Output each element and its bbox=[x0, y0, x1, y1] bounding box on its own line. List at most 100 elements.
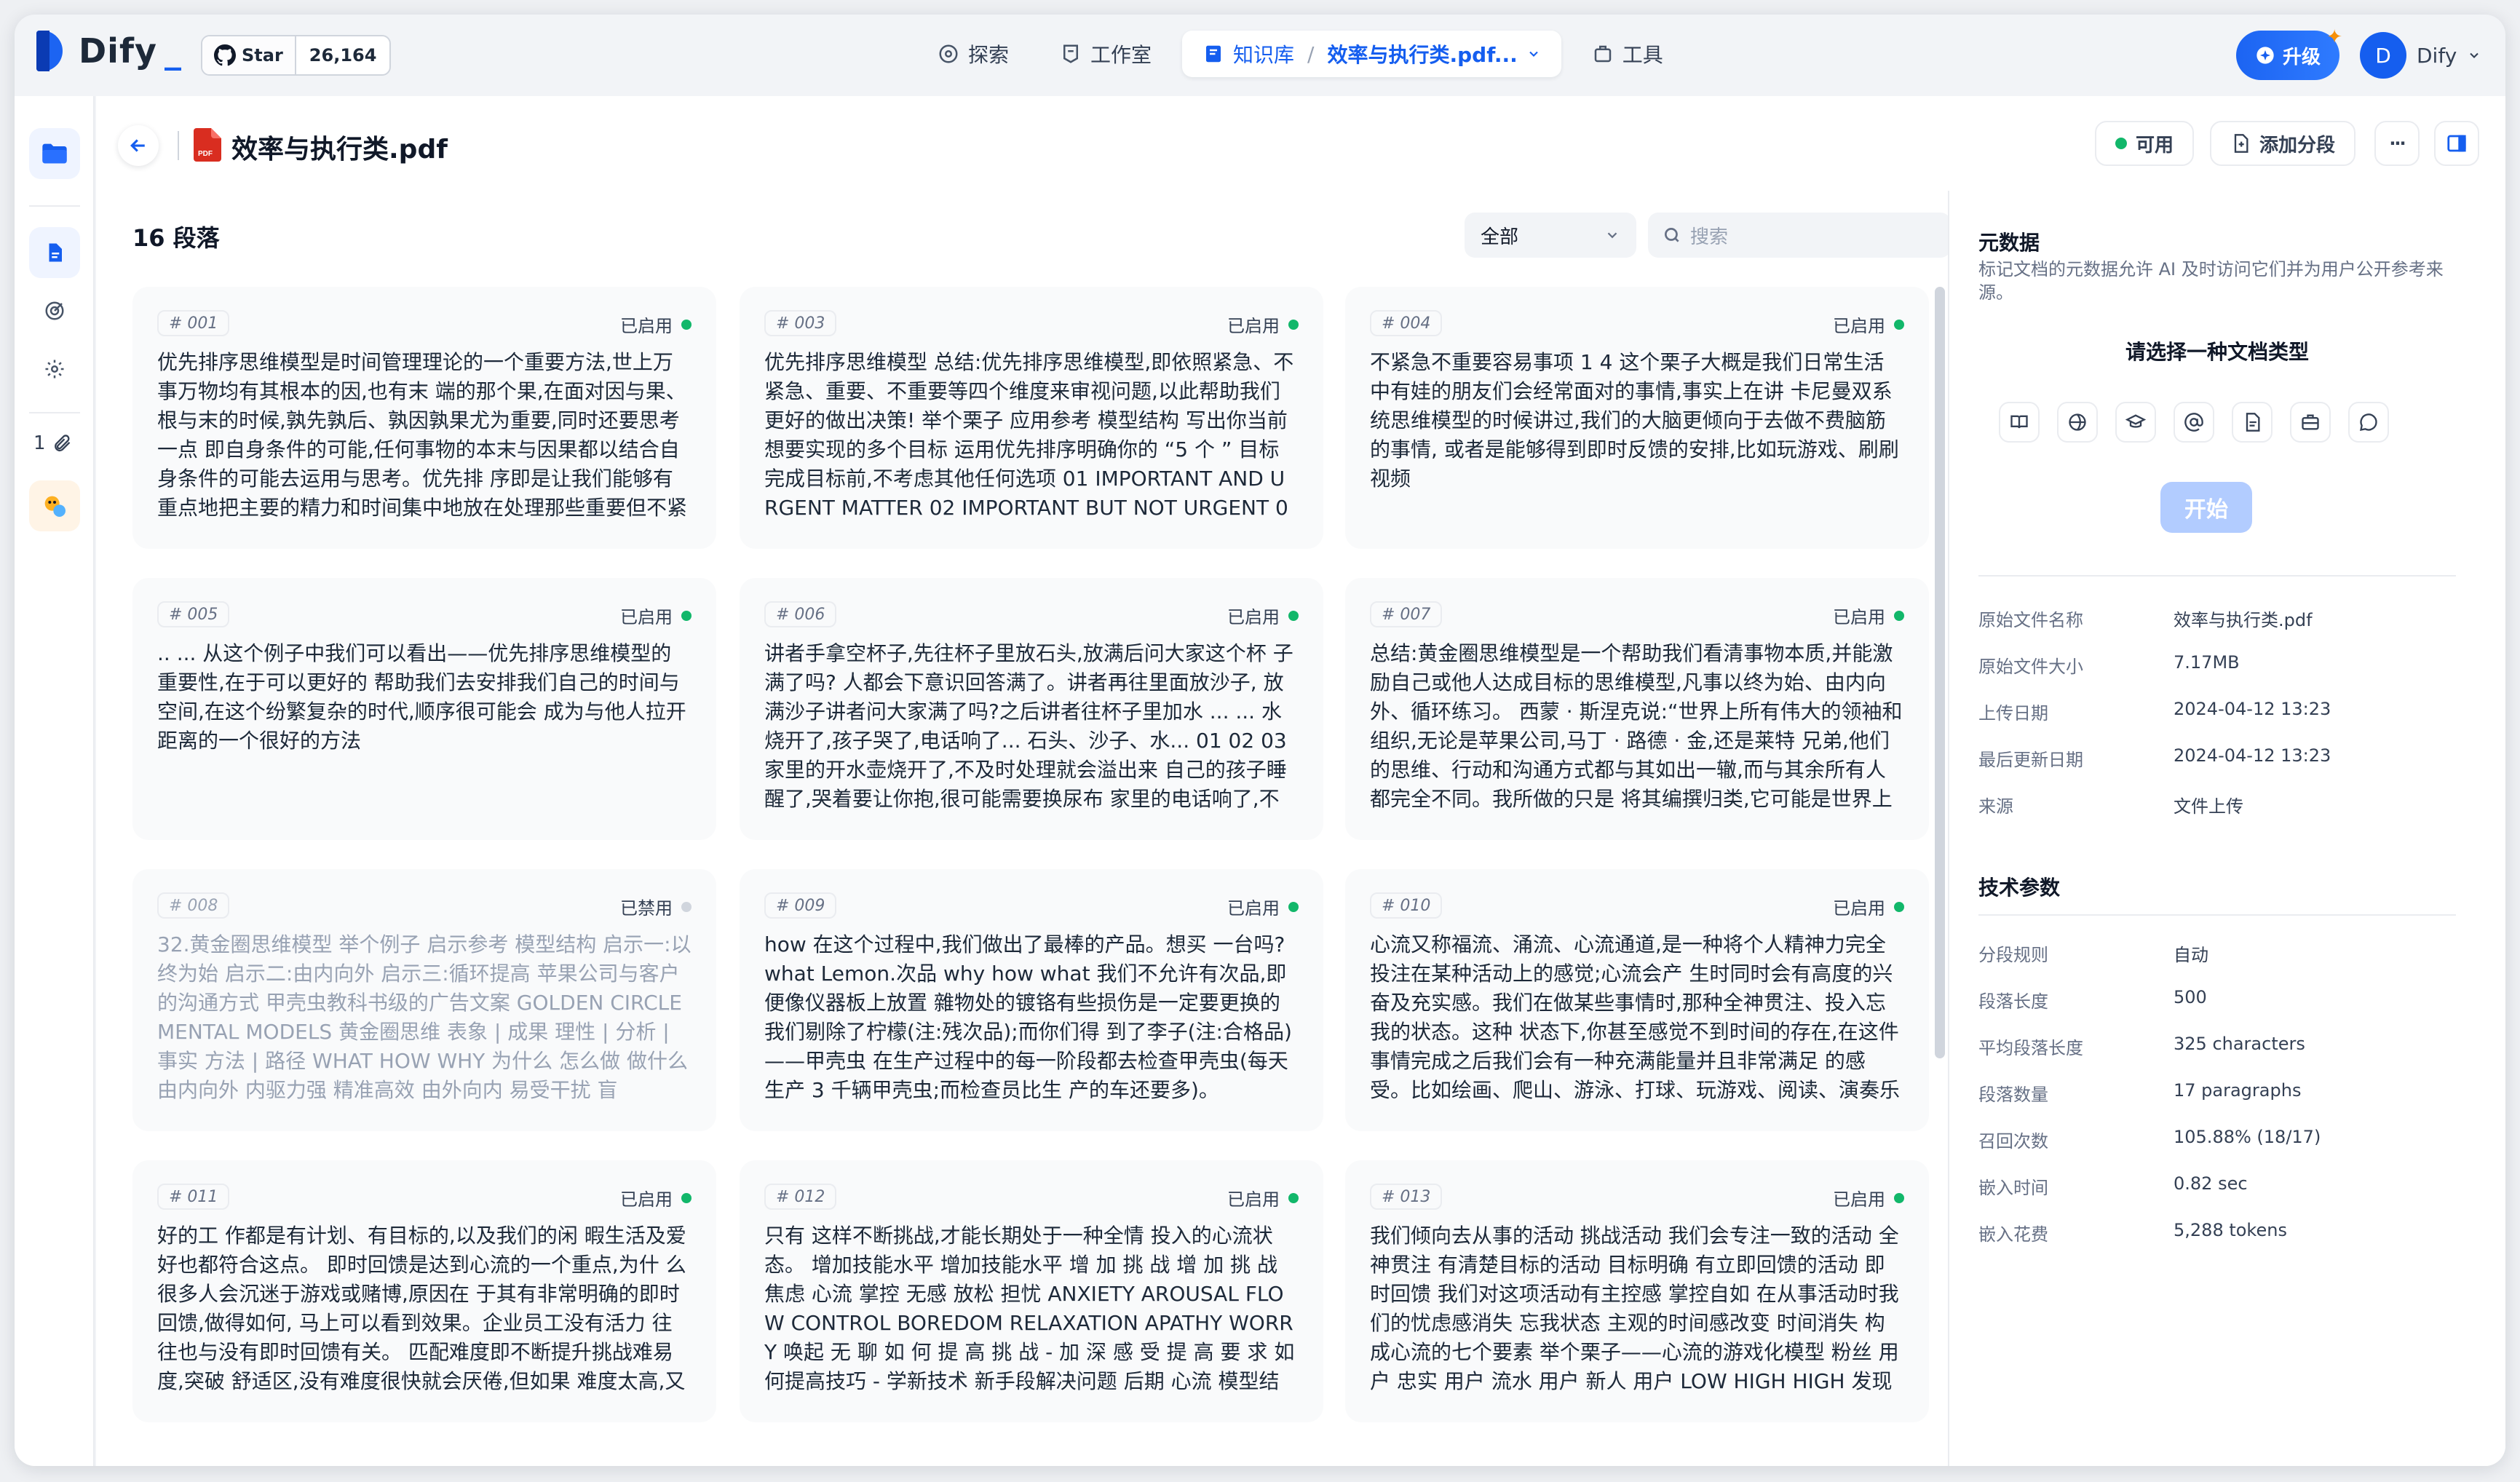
segment-card[interactable]: # 010 已启用 心流又称福流、涌流、心流通道,是一种将个人精神力完全投注在某… bbox=[1345, 869, 1929, 1131]
doc-type-prompt: 请选择一种文档类型 bbox=[2125, 340, 2309, 364]
document-icon bbox=[2246, 413, 2260, 432]
doc-type-paper[interactable] bbox=[2115, 402, 2156, 443]
rail-hit-testing-button[interactable] bbox=[29, 285, 80, 336]
doc-type-business[interactable] bbox=[2290, 402, 2331, 443]
github-star-label: Star bbox=[242, 45, 283, 66]
web-icon bbox=[2069, 413, 2086, 431]
account-menu[interactable]: D Dify bbox=[2360, 32, 2481, 79]
segment-search-input[interactable]: 搜索 bbox=[1648, 213, 1951, 258]
segment-count: 16 段落 bbox=[132, 224, 220, 252]
start-button[interactable]: 开始 bbox=[2160, 482, 2252, 533]
gear-icon bbox=[45, 360, 64, 379]
doc-type-personal[interactable] bbox=[2232, 402, 2273, 443]
pdf-file-icon: PDF bbox=[194, 128, 221, 162]
segment-status-label: 已启用 bbox=[1227, 898, 1280, 919]
document-icon bbox=[49, 243, 62, 262]
segment-list-scrollbar[interactable] bbox=[1935, 287, 1945, 1058]
segment-card[interactable]: # 006 已启用 讲者手拿空杯子,先往杯子里放石头,放满后问大家这个杯 子满了… bbox=[740, 578, 1323, 840]
panel-divider bbox=[1978, 914, 2456, 916]
segment-card[interactable]: # 011 已启用 好的工 作都是有计划、有目标的,以及我们的闲 暇生活及爱好也… bbox=[132, 1160, 716, 1422]
segment-card[interactable]: # 005 已启用 .. ... 从这个例子中我们可以看出——优先排序思维模型的… bbox=[132, 578, 716, 840]
arrow-left-icon bbox=[130, 139, 145, 152]
segment-card[interactable]: # 003 已启用 优先排序思维模型 总结:优先排序思维模型,即依照紧急、不紧急… bbox=[740, 287, 1323, 549]
tech-label: 段落长度 bbox=[1978, 991, 2048, 1012]
rail-dataset-icon-button[interactable] bbox=[29, 480, 80, 531]
status-badge[interactable]: 可用 bbox=[2095, 121, 2194, 166]
meta-value: 7.17MB bbox=[2174, 652, 2240, 673]
graduation-cap-icon bbox=[2125, 414, 2146, 428]
status-dot bbox=[681, 610, 692, 621]
add-segment-label: 添加分段 bbox=[2259, 134, 2335, 156]
rail-doc-count[interactable]: 1 bbox=[33, 432, 72, 454]
nav-knowledge[interactable]: 知识库 / 效率与执行类.pdf... bbox=[1182, 31, 1561, 77]
search-placeholder: 搜索 bbox=[1690, 226, 1729, 248]
meta-value: 文件上传 bbox=[2174, 796, 2243, 817]
more-actions-button[interactable]: ··· bbox=[2374, 121, 2420, 166]
tech-label: 平均段落长度 bbox=[1978, 1038, 2083, 1058]
chevron-down-icon[interactable] bbox=[1526, 47, 1541, 61]
tech-label: 嵌入花费 bbox=[1978, 1224, 2048, 1245]
toggle-panel-button[interactable] bbox=[2434, 121, 2479, 166]
metadata-panel: 元数据 标记文档的元数据允许 AI 及时访问它们并为用户公开参考来源。 请选择一… bbox=[1948, 191, 2505, 1466]
dataset-sidebar: 1 bbox=[15, 96, 95, 1466]
add-document-icon bbox=[2234, 134, 2248, 153]
sparkle-circle-icon bbox=[2256, 47, 2274, 64]
upgrade-button[interactable]: 升级 ✦ bbox=[2236, 26, 2342, 80]
segment-card[interactable]: # 009 已启用 how 在这个过程中,我们做出了最棒的产品。想买 一台吗? … bbox=[740, 869, 1323, 1131]
dify-logo[interactable]: Dify _ bbox=[36, 31, 182, 71]
nav-tools-label: 工具 bbox=[1622, 43, 1663, 67]
segment-card[interactable]: # 012 已启用 只有 这样不断挑战,才能长期处于一种全情 投入的心流状态。 … bbox=[740, 1160, 1323, 1422]
tech-row-embedding-cost: 嵌入花费 5,288 tokens bbox=[1978, 1220, 2287, 1245]
tech-params-title: 技术参数 bbox=[1978, 876, 2061, 900]
segment-status: 已启用 bbox=[1833, 603, 1904, 628]
segment-id: # 001 bbox=[157, 310, 230, 336]
chevron-down-icon bbox=[2470, 52, 2479, 58]
back-button[interactable] bbox=[118, 125, 159, 166]
status-dot bbox=[681, 1192, 692, 1203]
segment-status-label: 已启用 bbox=[1227, 316, 1280, 336]
segment-card[interactable]: # 001 已启用 优先排序思维模型是时间管理理论的一个重要方法,世上万事万物均… bbox=[132, 287, 716, 549]
status-dot bbox=[1288, 1192, 1299, 1203]
segment-card[interactable]: # 013 已启用 我们倾向去从事的活动 挑战活动 我们会专注一致的活动 全神贯… bbox=[1345, 1160, 1929, 1422]
segment-status: 已禁用 bbox=[620, 894, 692, 919]
status-filter-select[interactable]: 全部 bbox=[1465, 213, 1636, 258]
segment-content: 我们倾向去从事的活动 挑战活动 我们会专注一致的活动 全神贯注 有清楚目标的活动… bbox=[1370, 1224, 1899, 1393]
segment-content: 心流又称福流、涌流、心流通道,是一种将个人精神力完全投注在某种活动上的感觉;心流… bbox=[1370, 932, 1901, 1102]
github-star-button[interactable]: Star 26,164 bbox=[201, 35, 392, 76]
segment-status: 已启用 bbox=[1833, 894, 1904, 919]
status-dot bbox=[1894, 1192, 1904, 1203]
rail-settings-button[interactable] bbox=[29, 344, 80, 395]
more-icon: ··· bbox=[2389, 133, 2406, 154]
dataset-folder-button[interactable] bbox=[29, 128, 80, 179]
status-dot bbox=[1894, 901, 1904, 912]
meta-label: 上传日期 bbox=[1978, 703, 2048, 724]
segment-content: 好的工 作都是有计划、有目标的,以及我们的闲 暇生活及爱好也都符合这点。 即时回… bbox=[157, 1224, 686, 1393]
chat-icon bbox=[2360, 413, 2377, 431]
nav-tools[interactable]: 工具 bbox=[1572, 31, 1684, 77]
nav-current-doc[interactable]: 效率与执行类.pdf... bbox=[1327, 39, 1517, 68]
segment-card[interactable]: # 004 已启用 不紧急不重要容易事项 1 4 这个栗子大概是我们日常生活中有… bbox=[1345, 287, 1929, 549]
doc-type-im[interactable] bbox=[2348, 402, 2389, 443]
nav-studio[interactable]: 工作室 bbox=[1039, 31, 1172, 77]
tech-row-segment-length: 段落长度 500 bbox=[1978, 987, 2207, 1013]
segment-status-label: 已禁用 bbox=[620, 898, 673, 919]
rail-documents-button[interactable] bbox=[29, 227, 80, 278]
segment-status-label: 已启用 bbox=[1833, 316, 1885, 336]
nav-explore[interactable]: 探索 bbox=[917, 31, 1029, 77]
briefcase-icon bbox=[2302, 414, 2319, 430]
segment-card[interactable]: # 008 已禁用 32.黄金圈思维模型 举个例子 启示参考 模型结构 启示一:… bbox=[132, 869, 716, 1131]
status-dot bbox=[681, 901, 692, 912]
doc-type-book[interactable] bbox=[1999, 402, 2040, 443]
segment-id: # 004 bbox=[1370, 310, 1443, 336]
rail-doc-count-value: 1 bbox=[33, 432, 46, 454]
segment-card[interactable]: # 007 已启用 总结:黄金圈思维模型是一个帮助我们看清事物本质,并能激励自己… bbox=[1345, 578, 1929, 840]
tech-row-segment-rule: 分段规则 自动 bbox=[1978, 940, 2208, 966]
add-segment-button[interactable]: 添加分段 bbox=[2210, 121, 2355, 166]
segment-id: # 007 bbox=[1370, 601, 1443, 627]
doc-type-social[interactable] bbox=[2174, 402, 2214, 443]
doc-type-web[interactable] bbox=[2057, 402, 2098, 443]
segment-id: # 013 bbox=[1370, 1184, 1443, 1210]
segment-status-label: 已启用 bbox=[1833, 1189, 1885, 1210]
toolbox-icon bbox=[1594, 45, 1612, 63]
tech-label: 召回次数 bbox=[1978, 1131, 2048, 1152]
